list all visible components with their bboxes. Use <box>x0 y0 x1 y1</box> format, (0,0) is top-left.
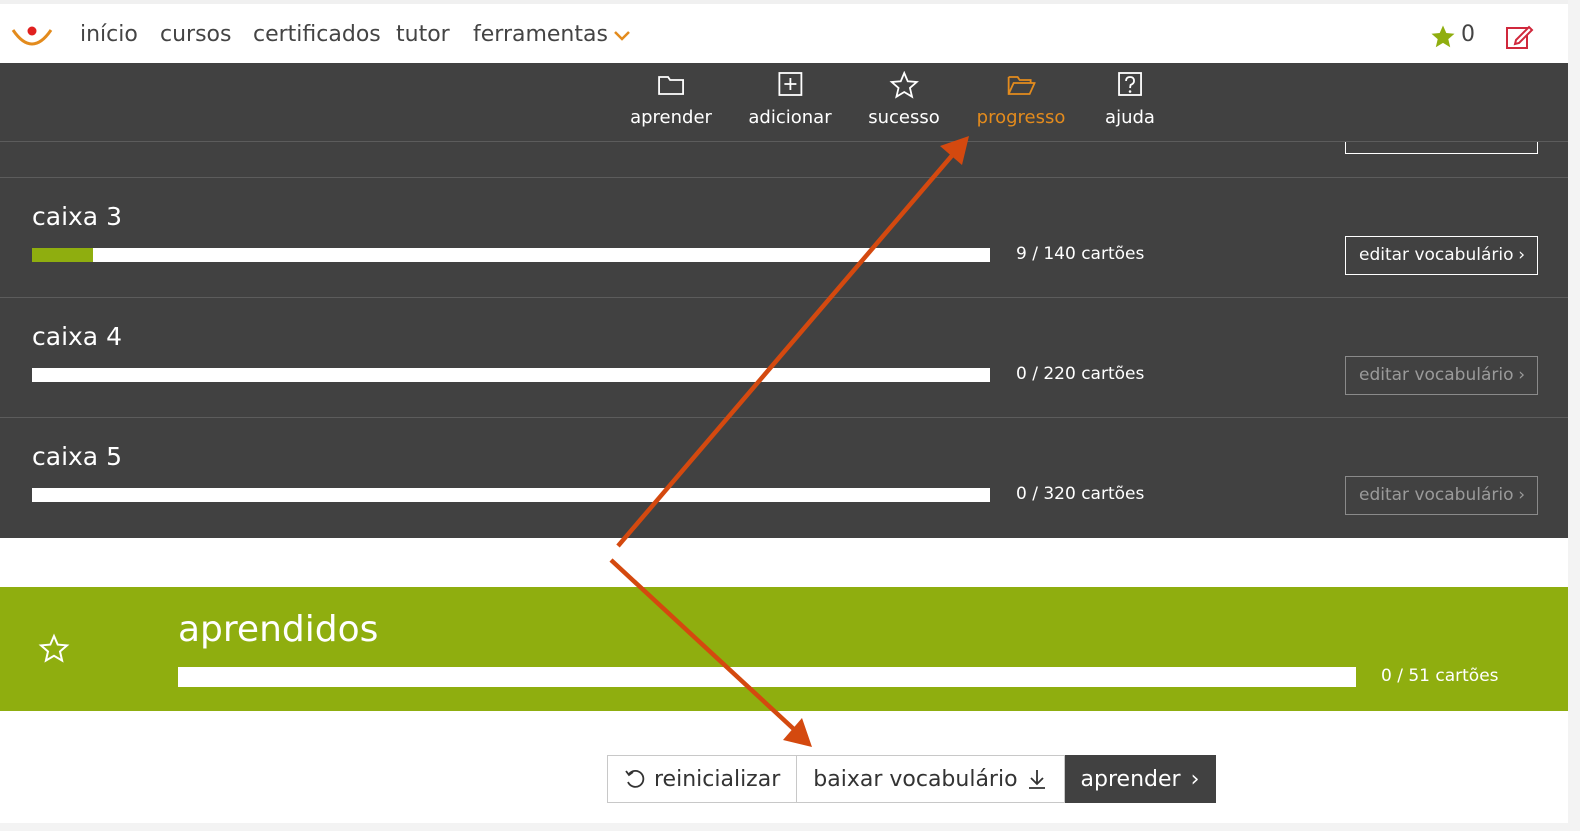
spacer <box>0 538 1568 587</box>
nav-link-cursos[interactable]: cursos <box>160 22 231 47</box>
box-title: caixa 3 <box>32 202 122 231</box>
box-row-4: caixa 4 0 / 220 cartões editar vocabulár… <box>0 297 1568 417</box>
tab-label: sucesso <box>868 107 940 128</box>
tab-progresso[interactable]: progresso <box>976 71 1066 128</box>
progress-bar <box>32 488 990 502</box>
reset-label: reinicializar <box>654 766 781 792</box>
star-icon[interactable] <box>1430 24 1456 50</box>
edit-vocabulary-button[interactable]: editar vocabulário › <box>1345 476 1538 515</box>
chevron-down-icon[interactable] <box>612 28 632 44</box>
nav-link-ferramentas[interactable]: ferramentas <box>473 22 608 47</box>
logo-icon[interactable] <box>10 18 54 52</box>
card-count: 9 / 140 cartões <box>1016 244 1145 264</box>
chevron-right-icon: › <box>1190 766 1200 792</box>
progress-bar <box>32 248 990 262</box>
learned-section: aprendidos 0 / 51 cartões <box>0 587 1568 711</box>
sub-navigation: aprender adicionar sucesso progresso aju… <box>0 63 1568 142</box>
undo-icon <box>625 769 645 788</box>
card-count: 0 / 220 cartões <box>1016 364 1145 384</box>
nav-link-inicio[interactable]: início <box>80 22 138 47</box>
button-label: editar vocabulário <box>1359 245 1514 265</box>
button-label: editar vocabulário <box>1359 365 1514 385</box>
chevron-right-icon: › <box>1518 485 1525 505</box>
edit-vocabulary-button-partial[interactable] <box>1345 142 1538 154</box>
edit-vocabulary-button[interactable]: editar vocabulário › <box>1345 236 1538 275</box>
tab-label: progresso <box>976 107 1066 128</box>
tab-aprender[interactable]: aprender <box>630 71 712 128</box>
download-label: baixar vocabulário <box>813 766 1018 792</box>
box-row-3: caixa 3 9 / 140 cartões editar vocabulár… <box>0 177 1568 297</box>
nav-link-certificados[interactable]: certificados <box>253 22 381 47</box>
help-icon <box>1118 72 1142 96</box>
learn-button[interactable]: aprender › <box>1064 755 1217 803</box>
card-count: 0 / 320 cartões <box>1016 484 1145 504</box>
learned-card-count: 0 / 51 cartões <box>1381 666 1499 686</box>
boxes-panel: caixa 3 9 / 140 cartões editar vocabulár… <box>0 142 1568 538</box>
box-title: caixa 4 <box>32 322 122 351</box>
tab-label: adicionar <box>748 107 832 128</box>
action-bar: reinicializar baixar vocabulário aprende… <box>0 711 1568 823</box>
reset-button[interactable]: reinicializar <box>607 755 798 803</box>
tab-sucesso[interactable]: sucesso <box>868 71 940 128</box>
progress-bar-fill <box>32 248 94 262</box>
download-vocabulary-button[interactable]: baixar vocabulário <box>797 755 1065 803</box>
star-outline-icon <box>889 71 919 99</box>
nav-link-tutor[interactable]: tutor <box>396 22 450 47</box>
top-navigation: início cursos certificados tutor ferrame… <box>0 0 1568 63</box>
action-button-group: reinicializar baixar vocabulário aprende… <box>607 755 1217 803</box>
learned-progress-bar <box>178 667 1356 687</box>
tab-label: ajuda <box>1105 107 1155 128</box>
box-row-5: caixa 5 0 / 320 cartões editar vocabulár… <box>0 417 1568 537</box>
edit-vocabulary-button[interactable]: editar vocabulário › <box>1345 356 1538 395</box>
chevron-right-icon: › <box>1518 245 1525 265</box>
edit-icon[interactable] <box>1504 22 1534 52</box>
folder-icon <box>658 76 684 95</box>
chevron-right-icon: › <box>1518 365 1525 385</box>
tab-adicionar[interactable]: adicionar <box>748 71 832 128</box>
plus-square-icon <box>778 72 802 96</box>
button-label: editar vocabulário <box>1359 485 1514 505</box>
tab-label: aprender <box>630 107 712 128</box>
box-title: caixa 5 <box>32 442 122 471</box>
learned-title: aprendidos <box>178 609 379 650</box>
progress-bar <box>32 368 990 382</box>
star-outline-icon <box>38 633 70 663</box>
learn-label: aprender <box>1080 766 1181 792</box>
open-folder-icon <box>1008 76 1036 95</box>
star-count: 0 <box>1461 22 1475 47</box>
download-icon <box>1028 770 1045 789</box>
tab-ajuda[interactable]: ajuda <box>1105 71 1155 128</box>
